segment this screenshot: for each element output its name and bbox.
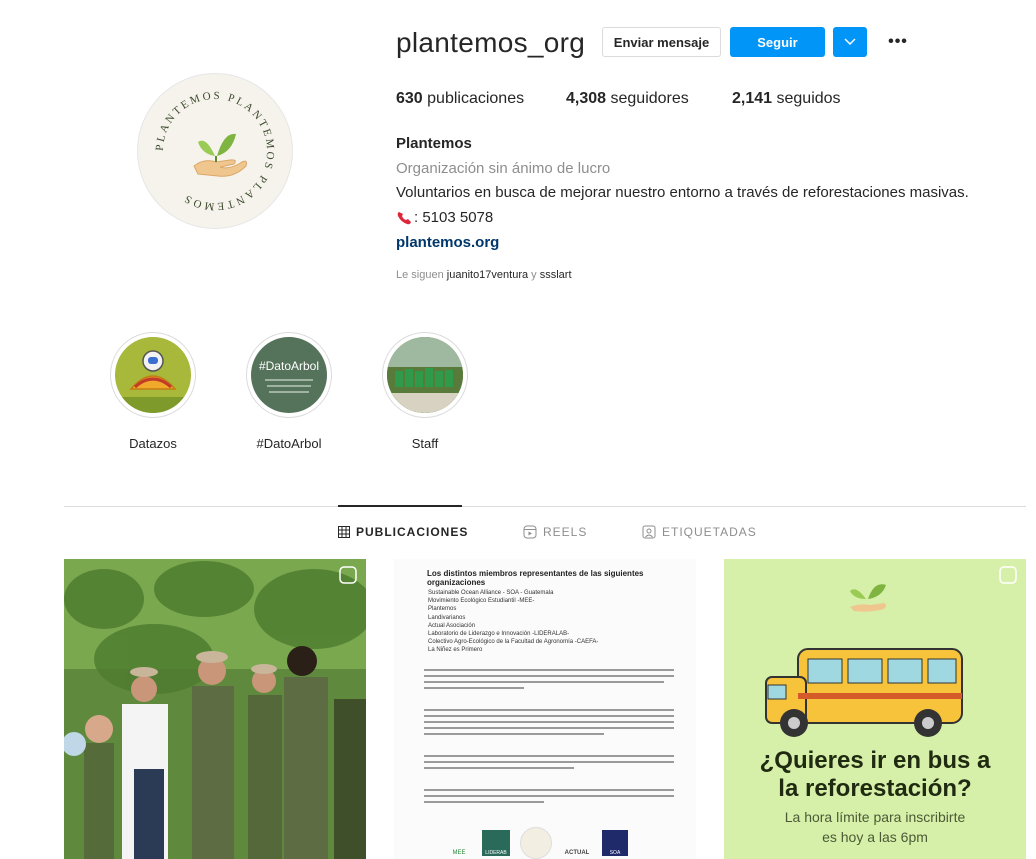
profile-full-name: Plantemos [396,135,472,152]
suggested-accounts-button[interactable] [833,27,867,57]
highlight-datoarbol[interactable]: #DatoArbol #DatoArbol [245,332,333,451]
highlight-label: #DatoArbol [256,436,322,451]
tagged-icon [642,525,656,539]
profile-category: Organización sin ánimo de lucro [396,160,611,177]
follow-button[interactable]: Seguir [730,27,825,57]
telephone-icon [397,211,411,224]
post-subtext-line2: es hoy a las 6pm [822,829,928,845]
post-subtext-line1: La hora límite para inscribirte [784,809,966,825]
mee-logo: MEE [452,850,466,856]
tab-publicaciones[interactable]: PUBLICACIONES [338,525,468,539]
post-headline-line1: ¿Quieres ir en bus a [759,747,991,774]
highlight-datazos[interactable]: Datazos [109,332,197,451]
plantemos-mini-logo [520,827,552,859]
highlight-staff[interactable]: Staff [381,332,469,451]
highlight-cover [115,337,191,413]
post-headline-line2: la reforestación? [778,775,972,802]
send-message-button[interactable]: Enviar mensaje [602,27,721,57]
reel-badge-icon [999,566,1017,584]
options-button[interactable]: ••• [884,27,912,57]
highlight-label: Staff [411,436,439,451]
highlight-label: Datazos [129,436,177,451]
tab-label: PUBLICACIONES [356,525,469,539]
followers-stat[interactable]: 4,308 seguidores [566,90,732,108]
soa-logo: SOA [602,830,628,856]
active-tab-indicator [338,505,462,507]
tabs-divider [64,506,1026,507]
follower-link[interactable]: juanito17ventura [447,269,528,281]
post-bus-reforestation[interactable]: ¿Quieres ir en bus a la reforestación? L… [724,559,1026,859]
volunteers-photo [64,559,366,859]
tab-etiquetadas[interactable]: ETIQUETADAS [642,525,757,539]
plantemos-logo: PLANTEMOS PLANTEMOS PLANTEMOS [154,90,276,212]
followed-by-text: Le siguen juanito17ventura y ssslart [396,269,572,281]
svg-text:PLANTEMOS PLANTEMOS PLANTEMOS: PLANTEMOS PLANTEMOS PLANTEMOS [154,90,276,212]
group-photo [387,337,463,413]
astronaut-taco-icon [115,350,191,413]
highlight-cover: #DatoArbol [251,337,327,413]
more-options-icon: ••• [888,33,908,50]
tab-label: REELS [543,525,588,539]
profile-phone: : 5103 5078 [396,209,493,226]
grid-icon [338,526,350,538]
profile-website-link[interactable]: plantemos.org [396,234,499,251]
profile-username: plantemos_org [396,27,586,58]
tab-reels[interactable]: REELS [523,525,587,539]
profile-stats: 630 publicaciones 4,308 seguidores 2,141… [396,90,841,108]
phone-number: : 5103 5078 [414,209,494,226]
post-statement-document[interactable]: Los distintos miembros representantes de… [394,559,696,859]
actual-logo: ACTUAL [564,850,590,856]
org-logos-row: MEE LIDERAB ACTUAL SOA [446,827,628,859]
lideralab-logo: LIDERAB [482,830,510,856]
highlight-cover [387,337,463,413]
profile-bio: Voluntarios en busca de mejorar nuestro … [396,184,969,201]
reels-icon [523,525,537,539]
document-body-text [424,669,674,803]
post-volunteers-photo[interactable] [64,559,366,859]
follower-link[interactable]: ssslart [540,269,572,281]
profile-avatar[interactable]: PLANTEMOS PLANTEMOS PLANTEMOS [137,73,293,229]
tab-label: ETIQUETADAS [662,525,757,539]
posts-stat[interactable]: 630 publicaciones [396,90,566,108]
chevron-down-icon [844,38,856,46]
following-stat[interactable]: 2,141 seguidos [732,90,841,108]
